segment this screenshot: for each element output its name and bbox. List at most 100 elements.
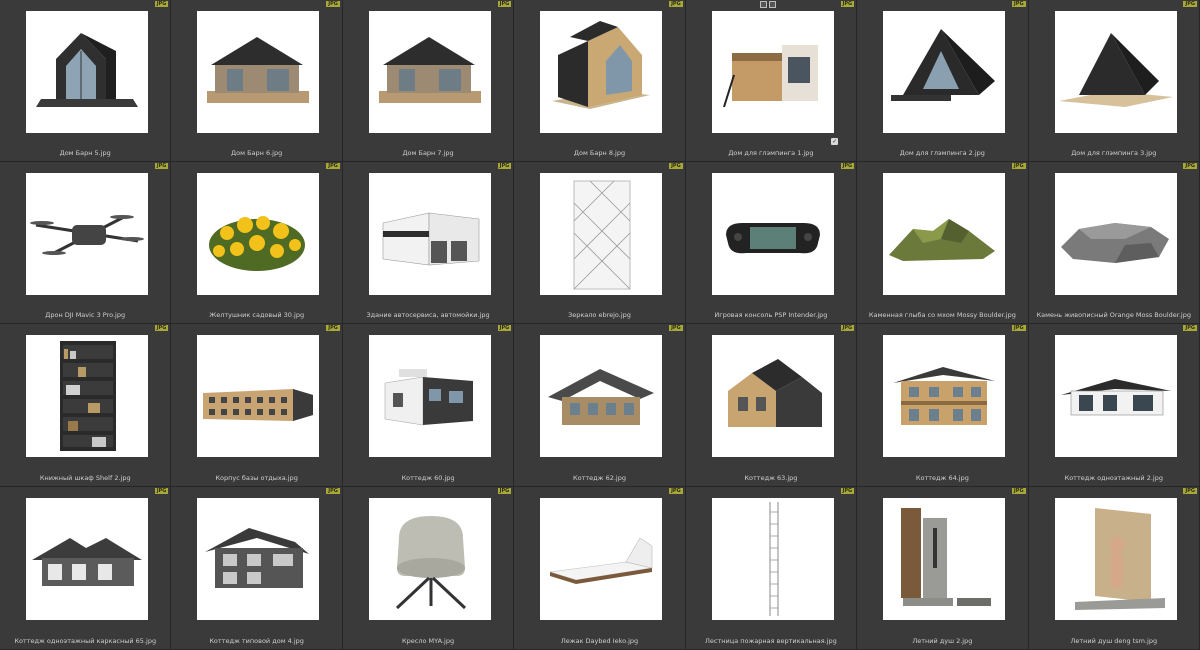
file-type-badge: JPG — [1011, 325, 1026, 331]
file-thumbnail-cell[interactable]: JPG Летний душ 2.jpg — [857, 487, 1029, 650]
long-building-icon[interactable] — [197, 335, 320, 457]
file-name-label: Дом для глэмпинга 3.jpg — [1071, 149, 1157, 157]
file-thumbnail-cell[interactable]: JPG Игровая консоль PSP Intender.jpg — [685, 162, 858, 324]
file-thumbnail-cell[interactable]: JPG Желтушник садовый 30.jpg — [171, 162, 343, 324]
a-frame-deck-icon[interactable] — [1054, 11, 1177, 133]
file-thumbnail-cell[interactable]: JPG Дом Барн 6.jpg — [171, 0, 343, 162]
file-thumbnail-cell[interactable]: JPG Дом для глэмпинга 1.jpg ✓ — [685, 0, 858, 162]
file-name-label: Лежак Daybed Ieko.jpg — [560, 637, 639, 645]
file-thumbnail-cell[interactable]: JPG Коттедж 62.jpg — [514, 324, 686, 487]
file-name-label: Летний душ deng tsm.jpg — [1070, 637, 1158, 645]
file-thumbnail-cell[interactable]: JPG Коттедж одноэтажный 2.jpg — [1028, 324, 1200, 487]
file-type-badge: JPG — [1011, 163, 1026, 169]
shower-figure-icon[interactable] — [1054, 498, 1177, 620]
file-type-badge: JPG — [497, 1, 512, 7]
thumbnail-grid: JPG Дом Барн 5.jpg JPG Дом Барн 6.jpg JPG Дом… — [0, 0, 1200, 650]
file-thumbnail-cell[interactable]: JPG Дом Барн 8.jpg — [514, 0, 686, 162]
file-type-badge: JPG — [840, 1, 855, 7]
file-name-label: Коттедж 62.jpg — [573, 474, 626, 482]
file-thumbnail-cell[interactable]: JPG Коттедж 60.jpg — [342, 324, 515, 487]
modern-cottage-icon[interactable] — [368, 335, 491, 457]
two-storey-cottage-icon[interactable] — [883, 335, 1006, 457]
mossy-rock-icon[interactable] — [883, 173, 1006, 295]
file-thumbnail-cell[interactable]: JPG Коттедж 63.jpg — [685, 324, 858, 487]
drone-icon[interactable] — [26, 173, 148, 295]
file-thumbnail-cell[interactable]: JPG Книжный шкаф Shelf 2.jpg — [0, 324, 172, 487]
file-thumbnail-cell[interactable]: JPG Дом для глэмпинга 2.jpg — [857, 0, 1029, 162]
game-console-icon[interactable] — [711, 173, 834, 295]
file-type-badge: JPG — [840, 325, 855, 331]
file-name-label: Коттедж одноэтажный 2.jpg — [1064, 474, 1163, 482]
one-storey-dark-icon[interactable] — [1054, 335, 1177, 457]
file-thumbnail-cell[interactable]: JPG Камень живописный Orange Moss Boulder… — [1028, 162, 1200, 324]
file-name-label: Дом Барн 6.jpg — [231, 149, 283, 157]
file-name-label: Дом Барн 7.jpg — [402, 149, 454, 157]
barn-cottage-icon[interactable] — [711, 335, 834, 457]
file-thumbnail-cell[interactable]: JPG Каменная глыба со мхом Mossy Boulder.… — [857, 162, 1029, 324]
file-type-badge: JPG — [1011, 1, 1026, 7]
file-thumbnail-cell[interactable]: JPG Дом Барн 5.jpg — [0, 0, 172, 162]
file-thumbnail-cell[interactable]: JPG Дрон DJI Mavic 3 Pro.jpg — [0, 162, 172, 324]
file-thumbnail-cell[interactable]: JPG Зеркало ebrejo.jpg — [514, 162, 686, 324]
file-name-label: Дом для глэмпинга 1.jpg — [728, 149, 814, 157]
yellow-bush-icon[interactable] — [197, 173, 320, 295]
square-icon[interactable] — [759, 1, 767, 8]
checkbox-icon[interactable]: ✓ — [831, 138, 839, 145]
file-type-badge: JPG — [154, 1, 169, 7]
fire-ladder-icon[interactable] — [711, 498, 834, 620]
barn-dark-icon[interactable] — [26, 11, 148, 133]
grey-rock-icon[interactable] — [1054, 173, 1177, 295]
file-name-label: Здание автосервиса, автомойки.jpg — [366, 311, 490, 319]
mirror-panel-icon[interactable] — [540, 173, 663, 295]
file-thumbnail-cell[interactable]: JPG Коттедж 64.jpg — [857, 324, 1029, 487]
file-name-label: Книжный шкаф Shelf 2.jpg — [39, 474, 131, 482]
barn-mixed-icon[interactable] — [540, 11, 663, 133]
file-name-label: Кресло MYA.jpg — [402, 637, 455, 645]
barn-wood-icon[interactable] — [368, 11, 491, 133]
file-thumbnail-cell[interactable]: JPG Коттедж одноэтажный каркасный 65.jpg — [0, 487, 172, 650]
a-frame-icon[interactable] — [883, 11, 1006, 133]
armchair-icon[interactable] — [368, 498, 491, 620]
file-thumbnail-cell[interactable]: JPG Дом для глэмпинга 3.jpg — [1028, 0, 1200, 162]
file-name-label: Лестница пожарная вертикальная.jpg — [705, 637, 837, 645]
file-thumbnail-cell[interactable]: JPG Кресло MYA.jpg — [342, 487, 515, 650]
file-type-badge: JPG — [326, 488, 340, 494]
file-type-badge: JPG — [840, 163, 855, 169]
file-name-label: Коттедж 63.jpg — [744, 474, 798, 482]
file-type-badge: JPG — [669, 325, 683, 331]
file-name-label: Летний душ 2.jpg — [912, 637, 973, 645]
file-thumbnail-cell[interactable]: JPG Здание автосервиса, автомойки.jpg — [342, 162, 515, 324]
typical-house-icon[interactable] — [197, 498, 320, 620]
outdoor-shower-icon[interactable] — [883, 498, 1006, 620]
chalet-icon[interactable] — [540, 335, 663, 457]
file-type-badge: JPG — [1183, 163, 1197, 169]
file-thumbnail-cell[interactable]: JPG Лестница пожарная вертикальная.jpg — [685, 487, 858, 650]
file-thumbnail-cell[interactable]: JPG Коттедж типовой дом 4.jpg — [171, 487, 343, 650]
file-name-label: Коттедж одноэтажный каркасный 65.jpg — [14, 637, 157, 645]
file-thumbnail-cell[interactable]: JPG Лежак Daybed Ieko.jpg — [514, 487, 686, 650]
file-thumbnail-cell[interactable]: JPG Летний душ deng tsm.jpg — [1028, 487, 1200, 650]
file-type-badge: JPG — [1183, 488, 1197, 494]
file-name-label: Желтушник садовый 30.jpg — [209, 311, 305, 319]
file-type-badge: JPG — [154, 325, 169, 331]
file-name-label: Дом Барн 5.jpg — [59, 149, 111, 157]
file-name-label: Дом Барн 8.jpg — [573, 149, 626, 157]
file-name-label: Дрон DJI Mavic 3 Pro.jpg — [45, 311, 126, 319]
bookshelf-icon[interactable] — [26, 335, 148, 457]
file-name-label: Камень живописный Orange Moss Boulder.jp… — [1036, 311, 1191, 319]
file-name-label: Дом для глэмпинга 2.jpg — [899, 149, 985, 157]
file-type-badge: JPG — [154, 163, 169, 169]
file-type-badge: JPG — [1183, 325, 1197, 331]
daybed-icon[interactable] — [540, 498, 663, 620]
service-building-icon[interactable] — [368, 173, 491, 295]
file-thumbnail-cell[interactable]: JPG Корпус базы отдыха.jpg — [171, 324, 343, 487]
pencil-icon[interactable] — [768, 1, 776, 8]
file-type-badge: JPG — [497, 163, 512, 169]
file-type-badge: JPG — [326, 163, 340, 169]
file-name-label: Коттедж типовой дом 4.jpg — [209, 637, 304, 645]
file-type-badge: JPG — [669, 163, 683, 169]
glamping-cube-icon[interactable] — [711, 11, 834, 133]
frame-cottage-icon[interactable] — [26, 498, 148, 620]
barn-wood-icon[interactable] — [197, 11, 320, 133]
file-thumbnail-cell[interactable]: JPG Дом Барн 7.jpg — [342, 0, 515, 162]
